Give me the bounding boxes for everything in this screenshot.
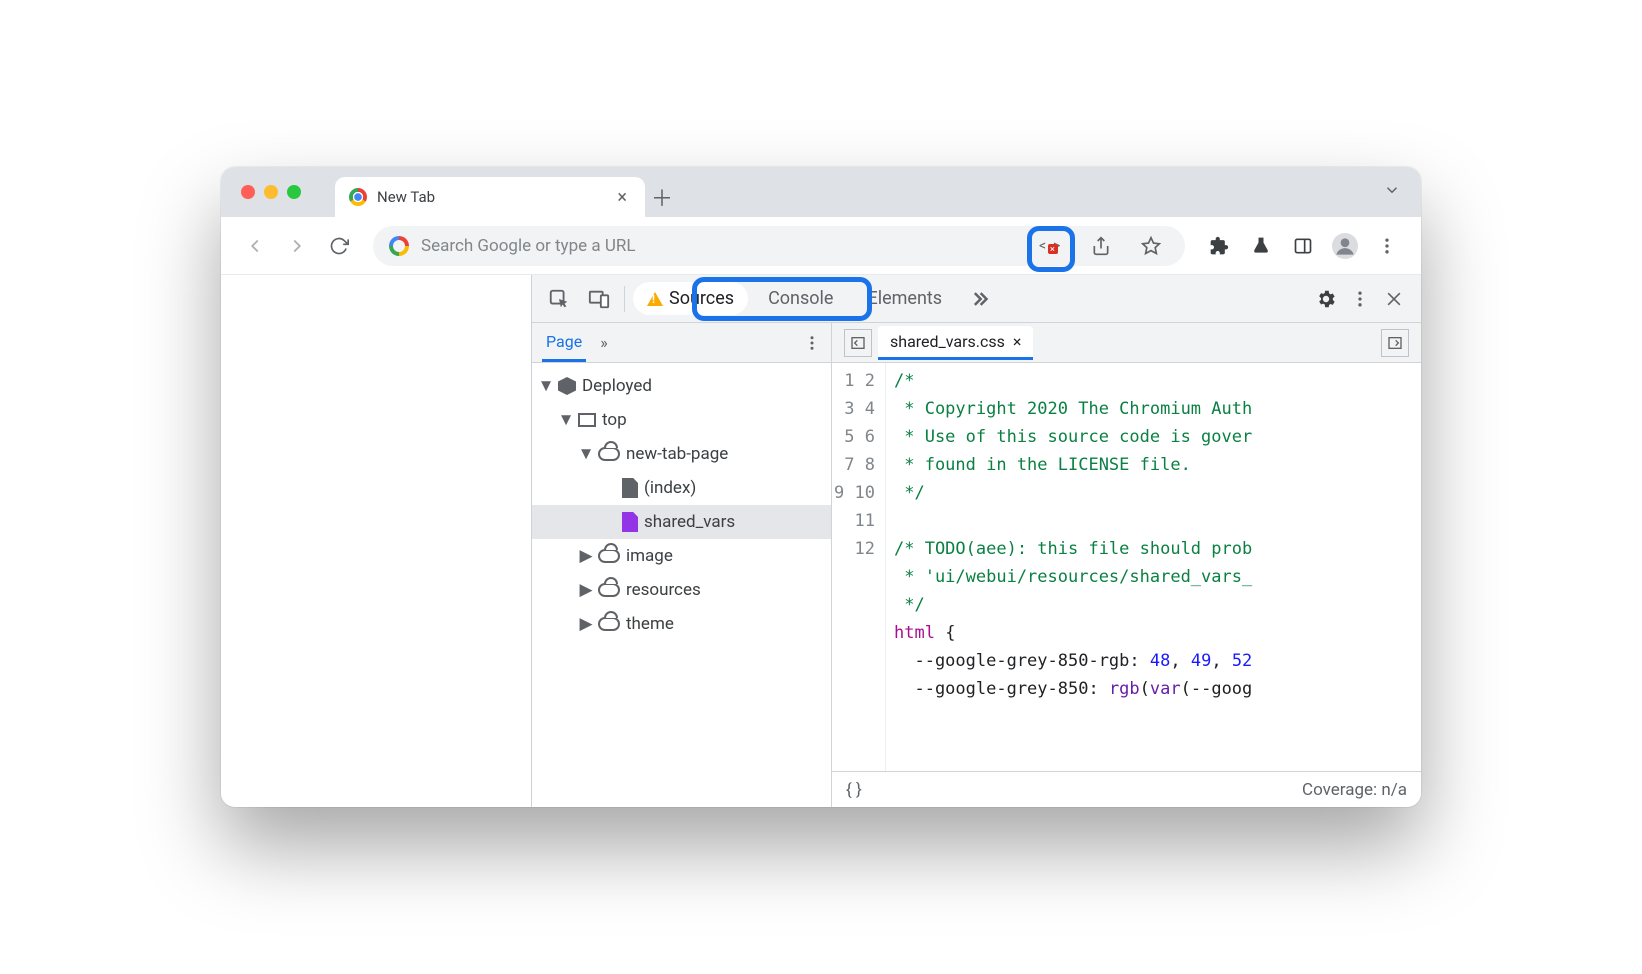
code-content: /* * Copyright 2020 The Chromium Auth * … <box>886 363 1421 771</box>
forward-button[interactable] <box>279 228 315 264</box>
cloud-icon <box>598 583 620 597</box>
svg-text:<: < <box>1039 238 1046 254</box>
browser-window: New Tab × ＋ Search Google or type a URL … <box>221 167 1421 807</box>
panel-tab-label: Console <box>768 288 833 309</box>
extensions-button[interactable] <box>1201 228 1237 264</box>
stylesheet-icon <box>622 512 638 532</box>
more-navigator-tabs[interactable]: » <box>596 325 612 360</box>
editor-statusbar: { } Coverage: n/a <box>832 771 1421 807</box>
panel-tab-label: Sources <box>669 288 734 309</box>
reload-button[interactable] <box>321 228 357 264</box>
profile-avatar[interactable] <box>1327 228 1363 264</box>
navigator-menu-button[interactable] <box>803 334 821 352</box>
more-panels-button[interactable] <box>962 282 996 316</box>
close-window-button[interactable] <box>241 185 255 199</box>
panel-tab-console[interactable]: Console <box>754 282 847 315</box>
sources-navigator: Page » ▼Deployed ▼top ▼new-tab-page (ind… <box>532 323 832 807</box>
tree-item-theme[interactable]: ▶theme <box>532 607 831 641</box>
tab-strip: New Tab × ＋ <box>221 167 1421 217</box>
tree-item-image[interactable]: ▶image <box>532 539 831 573</box>
file-tree[interactable]: ▼Deployed ▼top ▼new-tab-page (index) sha… <box>532 363 831 807</box>
google-logo-icon <box>389 236 409 256</box>
cloud-icon <box>598 549 620 563</box>
tab-title: New Tab <box>377 188 435 206</box>
frame-icon <box>578 413 596 427</box>
page-viewport <box>221 275 531 807</box>
svg-text:×: × <box>1050 245 1055 255</box>
omnibox[interactable]: Search Google or type a URL <>× <box>373 226 1185 266</box>
devtools-errors-badge[interactable]: <>× <box>1039 236 1063 256</box>
code-editor[interactable]: 1 2 3 4 5 6 7 8 9 10 11 12 /* * Copyrigh… <box>832 363 1421 771</box>
warning-icon <box>647 292 663 306</box>
navigator-tab-page[interactable]: Page <box>542 324 586 362</box>
show-debugger-button[interactable] <box>1381 329 1409 357</box>
content-area: Sources Console Elements Page » <box>221 275 1421 807</box>
show-navigator-button[interactable] <box>844 329 872 357</box>
panel-tab-elements[interactable]: Elements <box>853 282 956 315</box>
devtools-settings-button[interactable] <box>1309 282 1343 316</box>
devtools-toolbar: Sources Console Elements <box>532 275 1421 323</box>
new-tab-button[interactable]: ＋ <box>645 177 679 217</box>
file-tab-label: shared_vars.css <box>890 332 1005 351</box>
omnibox-placeholder: Search Google or type a URL <box>421 236 636 256</box>
close-file-icon[interactable]: × <box>1013 332 1022 351</box>
file-tab[interactable]: shared_vars.css × <box>878 326 1033 360</box>
side-panel-button[interactable] <box>1285 228 1321 264</box>
browser-tab[interactable]: New Tab × <box>335 177 645 217</box>
cloud-icon <box>598 617 620 631</box>
document-icon <box>622 478 638 498</box>
panel-tab-sources[interactable]: Sources <box>633 282 748 315</box>
device-toolbar-button[interactable] <box>582 282 616 316</box>
cloud-icon <box>598 447 620 461</box>
pretty-print-button[interactable]: { } <box>846 780 862 800</box>
deployed-icon <box>558 377 576 395</box>
panel-tab-label: Elements <box>867 288 942 309</box>
window-controls <box>241 185 301 199</box>
inspect-element-button[interactable] <box>542 282 576 316</box>
labs-button[interactable] <box>1243 228 1279 264</box>
chrome-favicon-icon <box>349 188 367 206</box>
tree-item-new-tab-page[interactable]: ▼new-tab-page <box>532 437 831 471</box>
browser-menu-button[interactable] <box>1369 228 1405 264</box>
coverage-status: Coverage: n/a <box>1302 780 1407 800</box>
close-devtools-button[interactable] <box>1377 282 1411 316</box>
tabs-overflow-button[interactable] <box>1383 181 1401 199</box>
minimize-window-button[interactable] <box>264 185 278 199</box>
tree-item-resources[interactable]: ▶resources <box>532 573 831 607</box>
sources-editor: shared_vars.css × 1 2 3 4 5 6 7 8 9 10 1… <box>832 323 1421 807</box>
bookmark-button[interactable] <box>1133 228 1169 264</box>
tree-item-shared-vars[interactable]: shared_vars <box>532 505 831 539</box>
devtools-panel: Sources Console Elements Page » <box>531 275 1421 807</box>
browser-toolbar: Search Google or type a URL <>× <box>221 217 1421 275</box>
tree-item-index[interactable]: (index) <box>532 471 831 505</box>
close-tab-icon[interactable]: × <box>617 187 627 208</box>
fullscreen-window-button[interactable] <box>287 185 301 199</box>
devtools-menu-button[interactable] <box>1343 282 1377 316</box>
line-gutter: 1 2 3 4 5 6 7 8 9 10 11 12 <box>832 363 886 771</box>
share-button[interactable] <box>1083 228 1119 264</box>
navigator-tabs: Page » <box>532 323 831 363</box>
back-button[interactable] <box>237 228 273 264</box>
file-tab-bar: shared_vars.css × <box>832 323 1421 363</box>
tree-item-deployed[interactable]: ▼Deployed <box>532 369 831 403</box>
tree-item-top[interactable]: ▼top <box>532 403 831 437</box>
